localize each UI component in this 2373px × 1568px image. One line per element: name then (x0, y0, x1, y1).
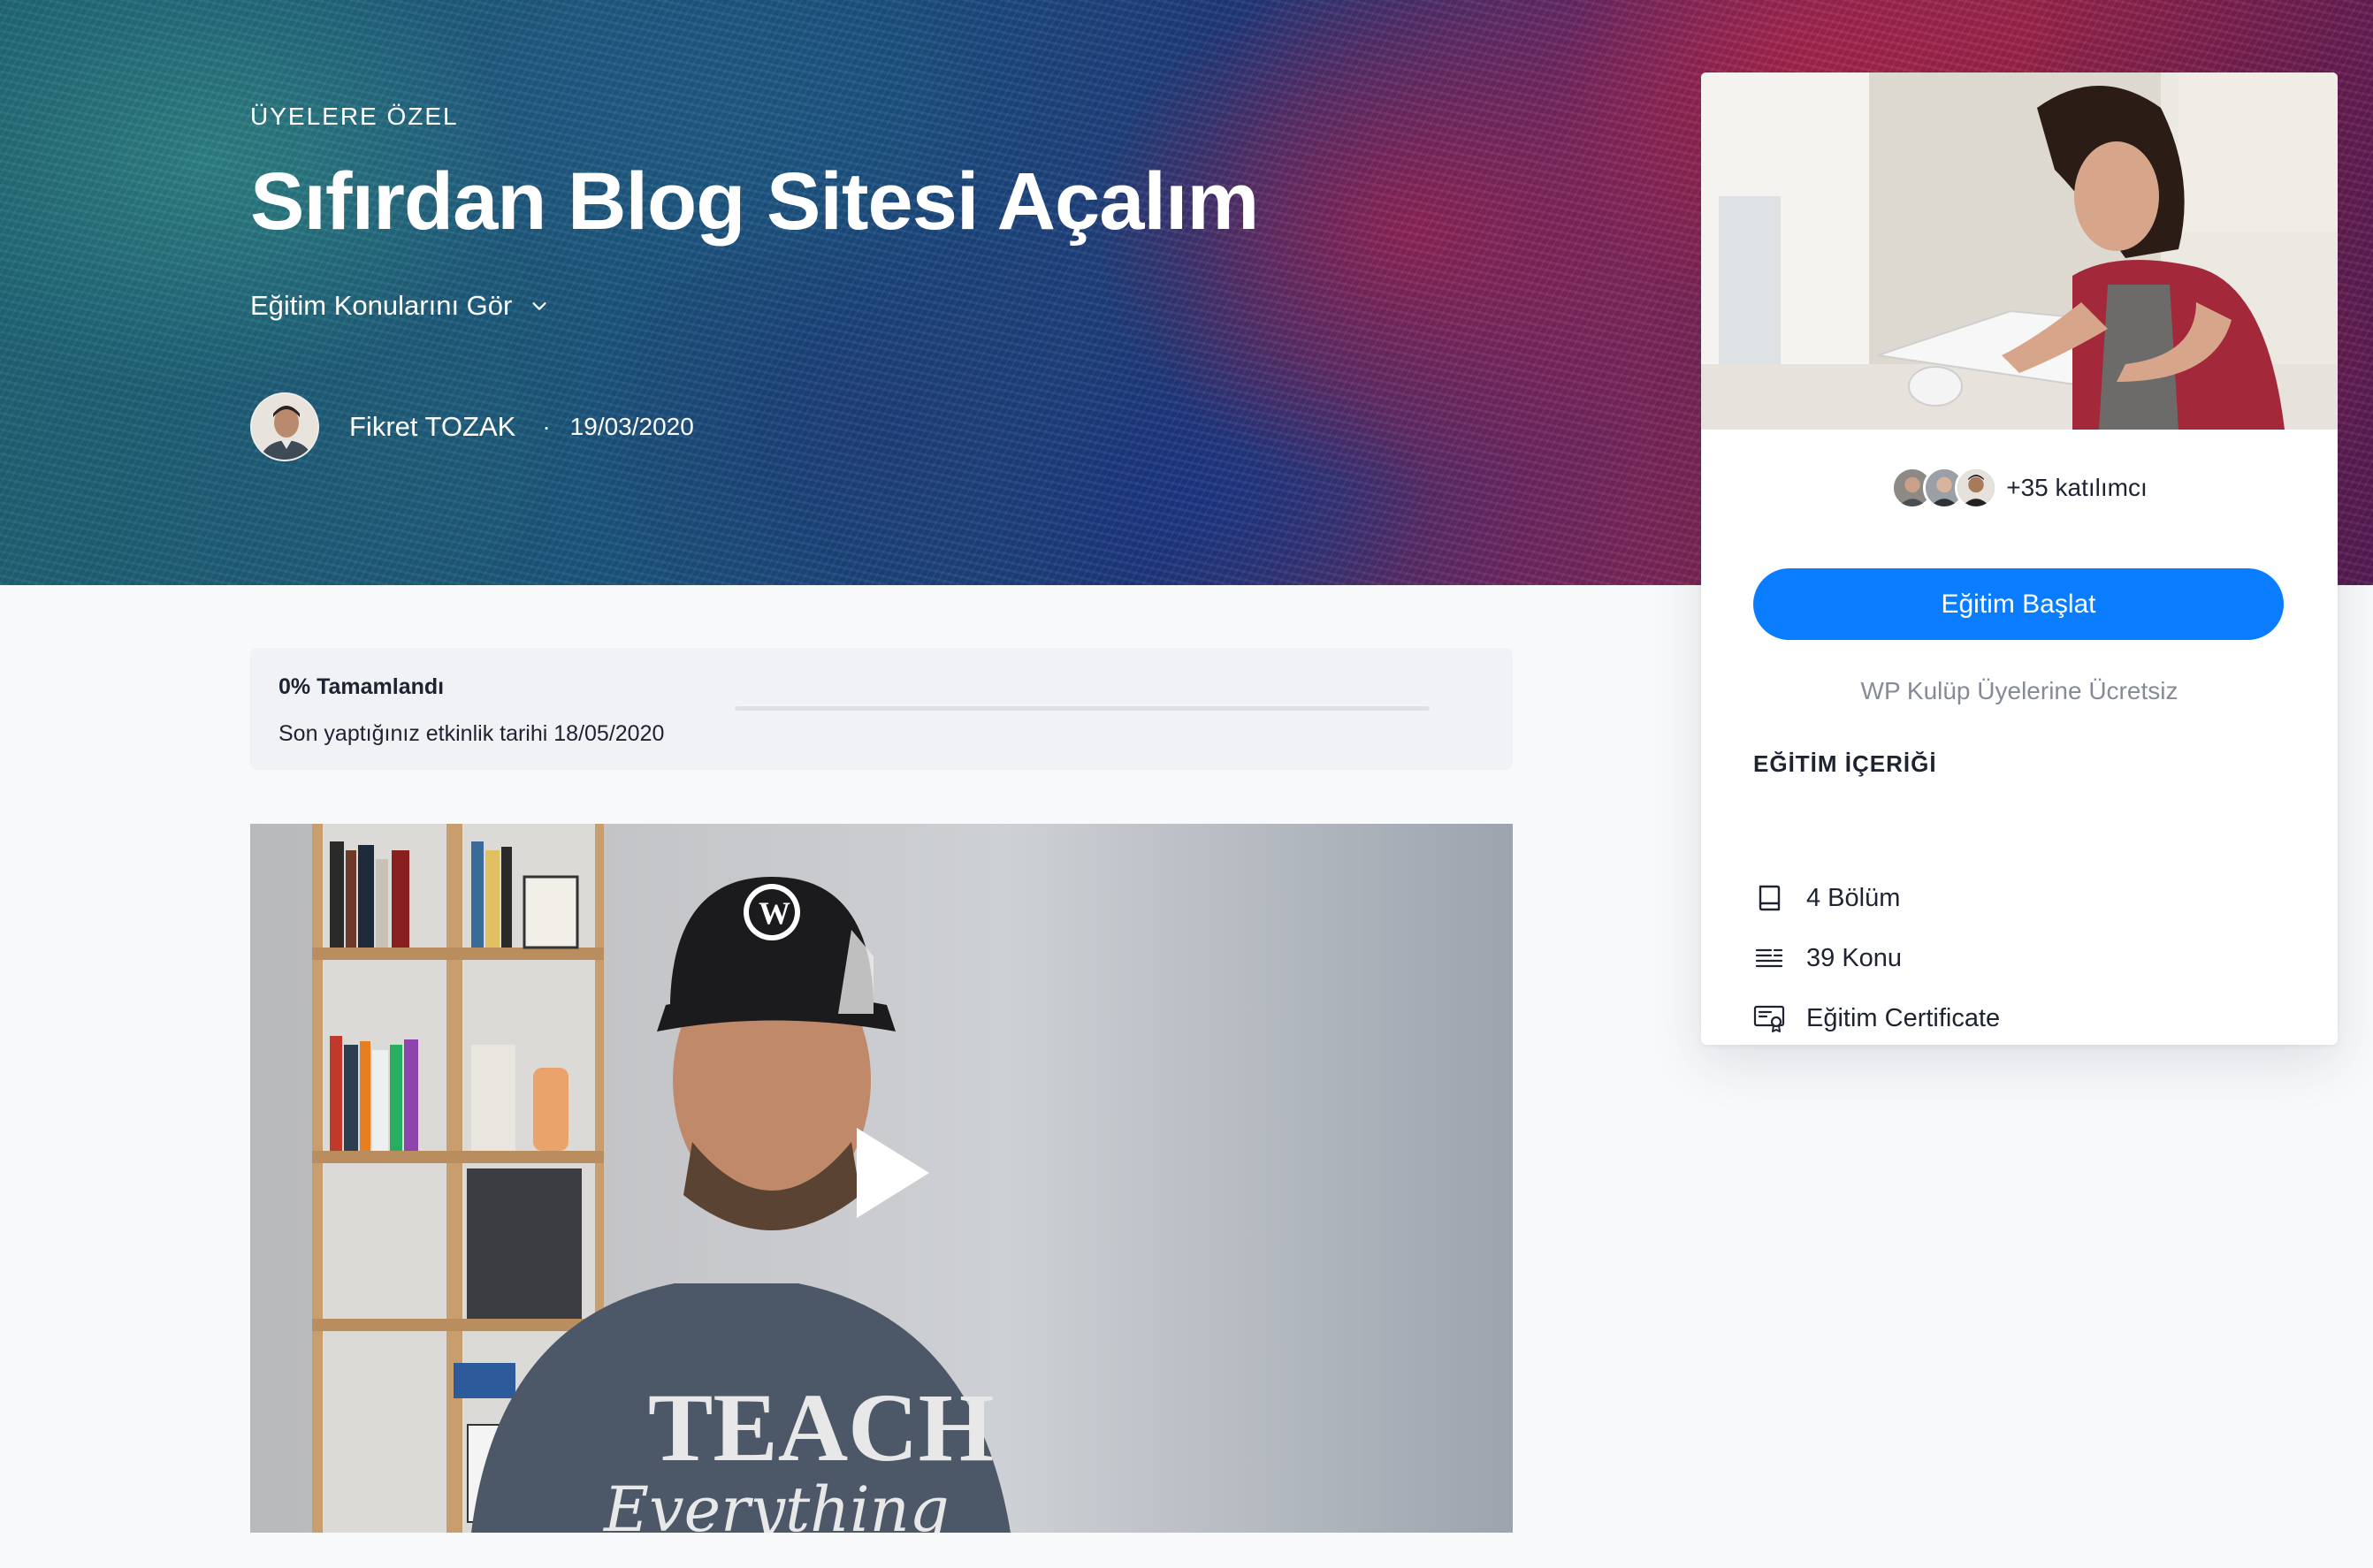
course-contents-heading: EĞİTİM İÇERİĞİ (1753, 750, 1937, 777)
chevron-down-icon (532, 302, 546, 310)
svg-text:W: W (759, 895, 790, 931)
course-intro-video[interactable]: TEACH Everything W (250, 824, 1513, 1533)
course-sidebar-card: +35 katılımcı Eğitim Başlat WP Kulüp Üye… (1701, 72, 2338, 1045)
content-item-label: Eğitim Certificate (1806, 1003, 2001, 1032)
book-icon (1759, 885, 1781, 911)
play-icon[interactable] (853, 1124, 933, 1222)
author-row: Fikret TOZAK · 19/03/2020 (250, 392, 694, 461)
svg-text:TEACH: TEACH (648, 1374, 994, 1481)
author-name[interactable]: Fikret TOZAK (349, 411, 515, 443)
start-course-button[interactable]: Eğitim Başlat (1753, 568, 2284, 640)
meta-separator: · (542, 413, 551, 440)
free-for-members-note: WP Kulüp Üyelerine Ücretsiz (1860, 677, 2178, 704)
progress-bar (735, 706, 1430, 711)
participants-row: +35 katılımcı (1701, 467, 2338, 509)
progress-card: 0% Tamamlandı Son yaptığınız etkinlik ta… (250, 648, 1513, 770)
progress-percent-label: 0% Tamamlandı (279, 674, 445, 699)
course-title: Sıfırdan Blog Sitesi Açalım (250, 156, 1259, 247)
content-item-label: 39 Konu (1806, 943, 1903, 972)
publish-date: 19/03/2020 (569, 413, 694, 440)
last-activity-text: Son yaptığınız etkinlik tarihi 18/05/202… (279, 721, 665, 746)
lines-icon (1755, 948, 1783, 968)
members-only-label: ÜYELERE ÖZEL (250, 103, 459, 130)
course-thumbnail-image (1701, 72, 2338, 430)
content-item-topics: 39 Konu (1753, 942, 1902, 974)
certificate-icon (1753, 1005, 1785, 1032)
content-item-label: 4 Bölüm (1806, 883, 1901, 912)
participant-avatar[interactable] (1955, 467, 1998, 509)
participants-count: +35 katılımcı (2006, 474, 2148, 501)
view-topics-link[interactable]: Eğitim Konularını Gör (250, 290, 549, 322)
content-item-sections: 4 Bölüm (1753, 882, 1900, 914)
author-avatar[interactable] (250, 392, 319, 461)
content-item-certificate: Eğitim Certificate (1753, 1002, 2000, 1034)
participant-avatars (1891, 467, 1998, 509)
svg-text:Everything: Everything (602, 1473, 950, 1533)
view-topics-label: Eğitim Konularını Gör (250, 290, 513, 321)
